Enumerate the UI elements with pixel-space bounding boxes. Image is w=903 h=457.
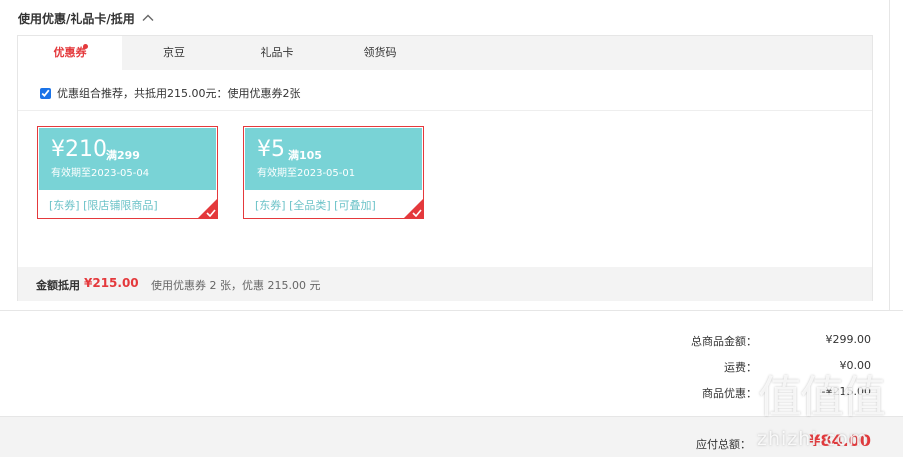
- coupon-tags: [东券] [限店铺限商品]: [49, 199, 158, 212]
- coupon-condition: 满105: [288, 149, 322, 162]
- summary-amount: ¥215.00: [84, 276, 139, 290]
- coupon-face: ¥210 满299 有效期至2023-05-04: [39, 128, 216, 190]
- coupon-section-header[interactable]: 使用优惠/礼品卡/抵用: [18, 9, 155, 27]
- new-dot-badge: [83, 44, 88, 49]
- content-right-border: [889, 0, 890, 310]
- coupon-card[interactable]: ¥210 满299 有效期至2023-05-04 [东券] [限店铺限商品]: [37, 126, 218, 219]
- total-goods-label: 总商品金额：: [691, 335, 757, 348]
- coupon-tags: [东券] [全品类] [可叠加]: [255, 199, 376, 212]
- section-divider: [0, 310, 903, 311]
- coupon-validity: 有效期至2023-05-01: [257, 168, 356, 179]
- combo-recommend-checkbox[interactable]: [40, 87, 51, 99]
- coupon-validity: 有效期至2023-05-04: [51, 168, 150, 179]
- payable-label: 应付总额：: [696, 438, 751, 451]
- check-icon: [412, 209, 422, 217]
- tab-redeem-code[interactable]: 领货码: [345, 36, 415, 70]
- tab-bar: 优惠券 京豆 礼品卡 领货码: [18, 36, 872, 70]
- section-title: 使用优惠/礼品卡/抵用: [18, 11, 135, 26]
- coupon-condition: 满299: [106, 149, 140, 162]
- combo-recommend-row[interactable]: 优惠组合推荐，共抵用215.00元：使用优惠券2张: [40, 86, 301, 100]
- total-goods-value: ¥299.00: [825, 333, 872, 346]
- shipping-value: ¥0.00: [839, 359, 872, 372]
- tab-jingdou[interactable]: 京豆: [139, 36, 209, 70]
- tab-coupons[interactable]: 优惠券: [18, 36, 122, 70]
- tab-gift-card[interactable]: 礼品卡: [242, 36, 312, 70]
- coupon-amount: ¥210: [51, 137, 107, 162]
- goods-discount-value: -¥215.00: [821, 385, 871, 398]
- summary-description: 使用优惠券 2 张，优惠 215.00 元: [151, 279, 321, 292]
- check-icon: [206, 209, 216, 217]
- chevron-up-icon[interactable]: [141, 11, 155, 25]
- summary-label: 金额抵用: [36, 279, 80, 292]
- coupon-panel: 优惠券 京豆 礼品卡 领货码 优惠组合推荐，共抵用215.00元：使用优惠券2张…: [17, 35, 873, 301]
- combo-recommend-text: 优惠组合推荐，共抵用215.00元：使用优惠券2张: [57, 87, 301, 100]
- goods-discount-label: 商品优惠：: [702, 387, 757, 400]
- payable-footer: 应付总额： ¥84.00: [0, 416, 903, 457]
- divider: [18, 110, 872, 111]
- shipping-label: 运费：: [724, 361, 757, 374]
- coupon-card[interactable]: ¥5 满105 有效期至2023-05-01 [东券] [全品类] [可叠加]: [243, 126, 424, 219]
- coupon-face: ¥5 满105 有效期至2023-05-01: [245, 128, 422, 190]
- discount-summary-bar: 金额抵用 ¥215.00 使用优惠券 2 张，优惠 215.00 元: [18, 267, 872, 301]
- coupon-amount: ¥5: [257, 137, 285, 162]
- payable-value: ¥84.00: [809, 431, 871, 450]
